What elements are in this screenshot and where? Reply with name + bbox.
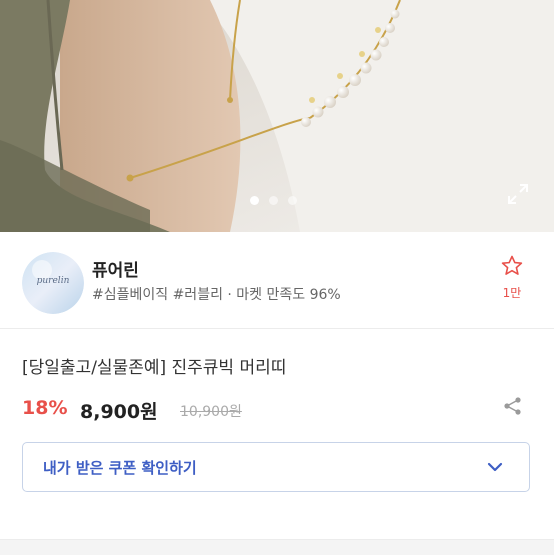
chevron-down-icon (487, 462, 503, 472)
share-icon[interactable] (502, 395, 524, 417)
coupon-button[interactable]: 내가 받은 쿠폰 확인하기 (22, 442, 530, 492)
favorite-count: 1만 (502, 286, 522, 300)
star-outline-icon (501, 255, 523, 275)
shop-tags: #심플베이직 #러블리 · 마켓 만족도 96% (92, 287, 341, 303)
section-divider (0, 539, 554, 555)
seller-section: purelin 퓨어린 #심플베이직 #러블리 · 마켓 만족도 96% 1만 (0, 232, 554, 329)
product-info: [당일출고/실물존예] 진주큐빅 머리띠 18% 8,900원 10,900원 … (0, 329, 554, 555)
price-row: 18% 8,900원 10,900원 (22, 395, 532, 425)
favorite-button[interactable]: 1만 (496, 254, 528, 301)
avatar-text: purelin (36, 276, 70, 286)
carousel-dot[interactable] (288, 196, 297, 205)
shop-name[interactable]: 퓨어린 (92, 256, 139, 281)
discount-rate: 18% (22, 397, 68, 419)
original-price: 10,900원 (180, 404, 242, 420)
carousel-indicators (250, 196, 297, 205)
sale-price: 8,900원 (80, 401, 158, 423)
expand-icon[interactable] (506, 182, 530, 206)
product-title: [당일출고/실물존예] 진주큐빅 머리띠 (22, 358, 287, 378)
carousel-dot[interactable] (250, 196, 259, 205)
product-image-carousel[interactable] (0, 0, 554, 232)
carousel-dot[interactable] (269, 196, 278, 205)
coupon-label: 내가 받은 쿠폰 확인하기 (43, 459, 197, 477)
shop-avatar[interactable]: purelin (22, 252, 84, 314)
